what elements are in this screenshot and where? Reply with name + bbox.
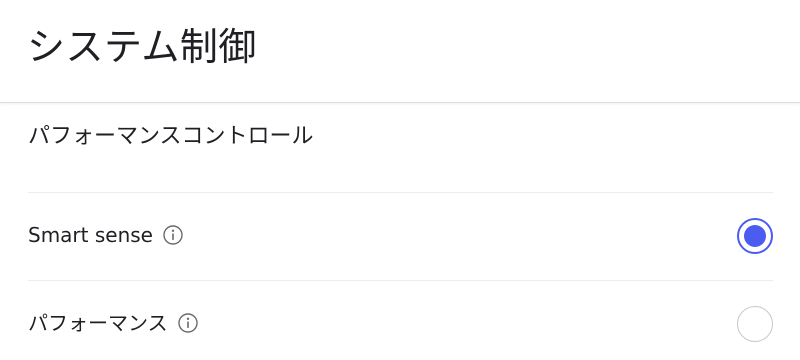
option-label-group: Smart sense xyxy=(28,221,183,249)
option-label-group: パフォーマンス xyxy=(28,309,198,337)
option-label: Smart sense xyxy=(28,223,153,247)
system-control-page: システム制御 パフォーマンスコントロール Smart sense パフォーマンス xyxy=(0,0,800,360)
page-header: システム制御 xyxy=(0,0,800,103)
info-icon[interactable] xyxy=(177,313,198,333)
option-smart-sense[interactable]: Smart sense xyxy=(28,193,773,279)
option-performance[interactable]: パフォーマンス xyxy=(28,281,773,360)
section-title: パフォーマンスコントロール xyxy=(28,124,314,149)
info-icon[interactable] xyxy=(163,225,183,245)
page-title: システム制御 xyxy=(27,25,257,69)
performance-radio[interactable] xyxy=(737,306,773,342)
smart-sense-radio[interactable] xyxy=(737,218,773,254)
option-label: パフォーマンス xyxy=(28,311,168,335)
